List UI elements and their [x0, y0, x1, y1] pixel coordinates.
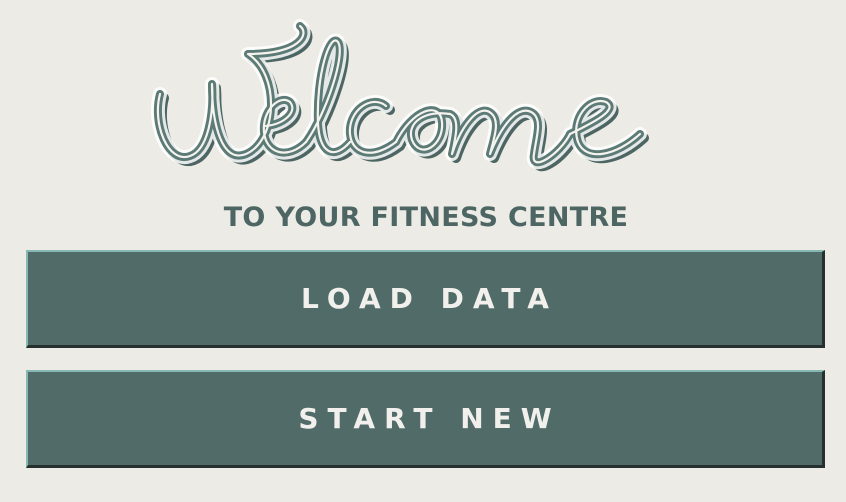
subtitle: TO YOUR FITNESS CENTRE — [223, 202, 629, 233]
load-data-button[interactable]: LOAD DATA — [26, 250, 825, 348]
start-new-button-label: START NEW — [298, 402, 561, 435]
load-data-button-label: LOAD DATA — [301, 282, 558, 315]
welcome-screen: TO YOUR FITNESS CENTRE LOAD DATA START N… — [0, 0, 846, 502]
start-new-button[interactable]: START NEW — [26, 370, 825, 468]
welcome-logo — [150, 14, 710, 210]
